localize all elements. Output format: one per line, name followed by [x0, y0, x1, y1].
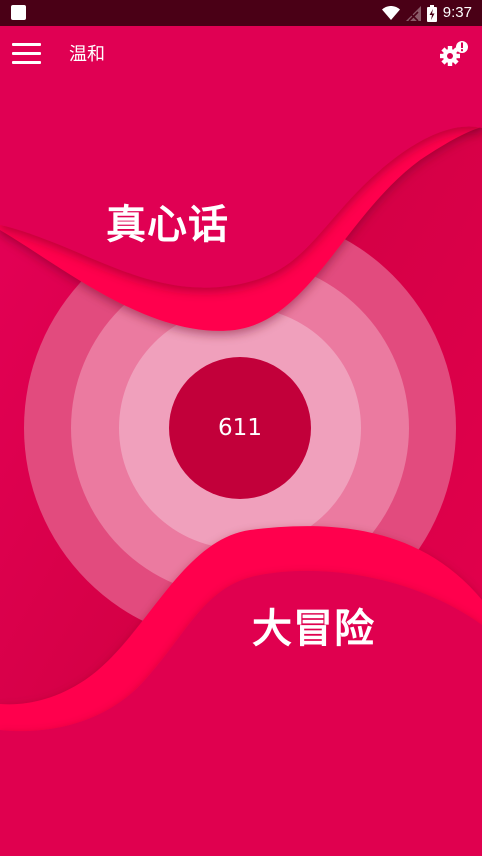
toolbar: 温和 [0, 26, 482, 84]
settings-button[interactable] [436, 40, 470, 70]
app-screen: 9:37 温和 真心话 大冒险 611 [0, 0, 482, 856]
signal-icon [405, 5, 421, 21]
menu-button[interactable] [8, 38, 44, 70]
settings-gear-alert-icon [440, 41, 468, 66]
truth-option[interactable]: 真心话 [106, 201, 229, 249]
status-icons: 9:37 [381, 2, 472, 24]
center-spin-button[interactable]: 611 [169, 357, 311, 499]
clock: 9:37 [442, 4, 472, 21]
battery-icon [426, 4, 437, 22]
hamburger-menu-icon-line-bottom [12, 61, 41, 64]
notification-icon [11, 5, 26, 20]
hamburger-menu-icon-line-top [12, 43, 41, 46]
wifi-icon [381, 6, 400, 20]
hamburger-menu-icon-line-middle [12, 52, 41, 55]
mode-title: 温和 [69, 44, 105, 65]
status-bar: 9:37 [0, 0, 482, 26]
dare-option[interactable]: 大冒险 [252, 605, 375, 653]
center-count: 611 [218, 415, 262, 441]
